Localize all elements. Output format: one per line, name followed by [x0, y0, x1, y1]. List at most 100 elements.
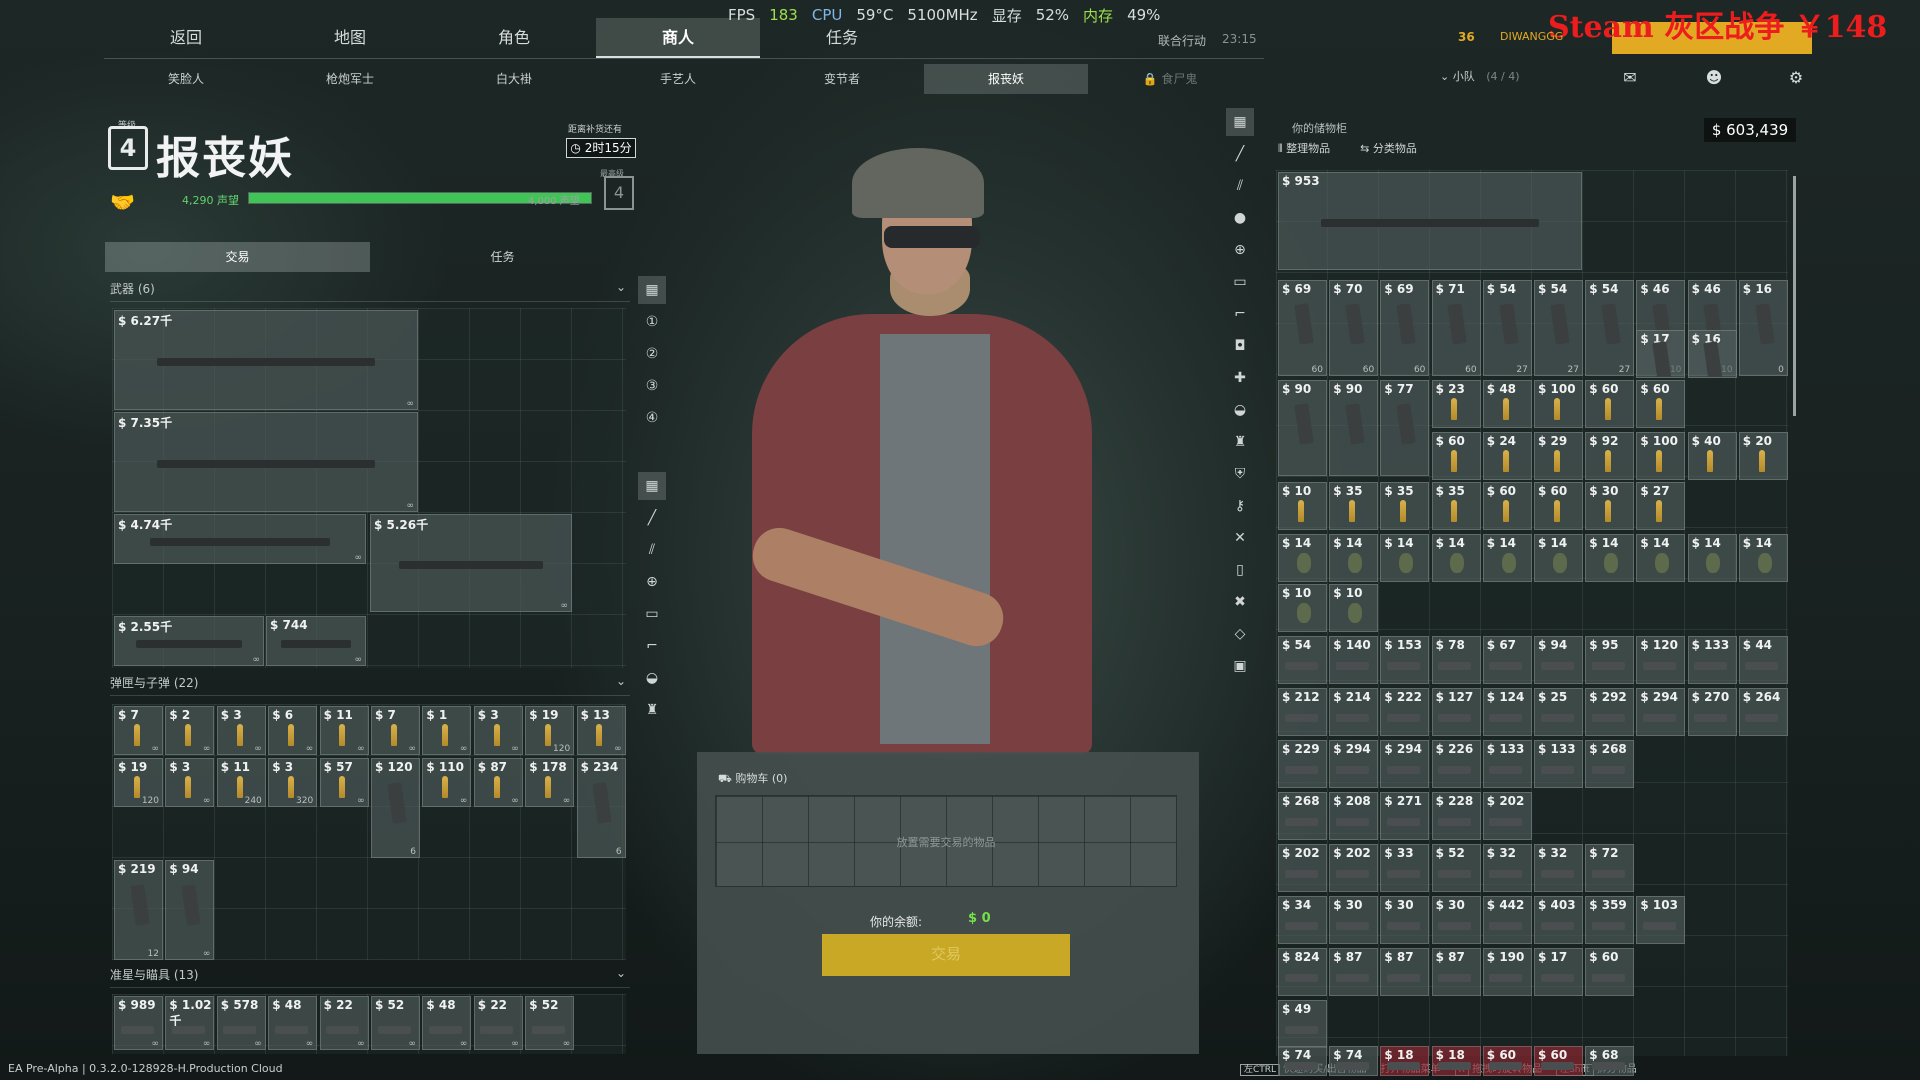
- all-grid-icon[interactable]: ▦: [1226, 108, 1254, 136]
- item-cell[interactable]: $ 7.35千 ∞: [114, 412, 418, 512]
- scope-icon[interactable]: ⊕: [1226, 236, 1254, 264]
- armor-icon[interactable]: ♜: [638, 696, 666, 724]
- friends-icon[interactable]: ☻: [1702, 66, 1726, 90]
- item-cell[interactable]: $ 54 27: [1482, 280, 1532, 376]
- item-cell[interactable]: $ 7 ∞: [114, 706, 163, 755]
- box-icon[interactable]: ▣: [1226, 652, 1254, 680]
- item-cell[interactable]: $ 234 6: [576, 758, 626, 858]
- item-cell[interactable]: $ 219 12: [114, 860, 163, 960]
- item-cell[interactable]: $ 10: [1329, 584, 1379, 632]
- item-cell[interactable]: $ 212: [1278, 688, 1327, 736]
- item-cell[interactable]: $ 48: [1482, 380, 1532, 428]
- item-cell[interactable]: $ 178 ∞: [525, 758, 575, 807]
- nav-tab[interactable]: 返回: [104, 18, 268, 58]
- item-cell[interactable]: $ 271: [1380, 792, 1430, 840]
- vest-icon[interactable]: ♜: [1226, 428, 1254, 456]
- item-cell[interactable]: $ 94: [1534, 636, 1583, 684]
- item-cell[interactable]: $ 190: [1482, 948, 1532, 996]
- item-cell[interactable]: $ 229: [1278, 740, 1327, 788]
- weapons-section-header[interactable]: 武器 (6) ⌄: [110, 280, 630, 302]
- item-cell[interactable]: $ 2 ∞: [165, 706, 215, 755]
- item-cell[interactable]: $ 214: [1329, 688, 1379, 736]
- item-cell[interactable]: $ 57 ∞: [319, 758, 369, 807]
- item-cell[interactable]: $ 140: [1329, 636, 1379, 684]
- item-cell[interactable]: $ 94 ∞: [165, 860, 215, 960]
- item-cell[interactable]: $ 87: [1329, 948, 1379, 996]
- item-cell[interactable]: $ 30: [1329, 896, 1379, 944]
- item-cell[interactable]: $ 133: [1687, 636, 1737, 684]
- trader-tab[interactable]: 报丧妖: [924, 64, 1088, 94]
- item-cell[interactable]: $ 14: [1278, 534, 1327, 582]
- item-cell[interactable]: $ 29: [1534, 432, 1583, 480]
- item-cell[interactable]: $ 5.26千 ∞: [370, 514, 572, 612]
- item-cell[interactable]: $ 292: [1585, 688, 1635, 736]
- item-cell[interactable]: $ 60: [1534, 1046, 1583, 1076]
- nav-tab[interactable]: 任务: [760, 18, 924, 58]
- item-cell[interactable]: $ 19 120: [114, 758, 163, 807]
- item-cell[interactable]: $ 35: [1329, 482, 1379, 530]
- helmet-icon[interactable]: ◒: [1226, 396, 1254, 424]
- coop-label[interactable]: 联合行动: [1158, 32, 1206, 49]
- sort-button[interactable]: ⇆ 分类物品: [1360, 140, 1417, 156]
- item-cell[interactable]: $ 78: [1431, 636, 1481, 684]
- item-cell[interactable]: $ 60: [1534, 482, 1583, 530]
- item-cell[interactable]: $ 3 ∞: [165, 758, 215, 807]
- item-cell[interactable]: $ 989 ∞: [114, 996, 163, 1050]
- item-cell[interactable]: $ 120 6: [371, 758, 420, 858]
- item-cell[interactable]: $ 4.74千 ∞: [114, 514, 366, 564]
- item-cell[interactable]: $ 208: [1329, 792, 1379, 840]
- item-cell[interactable]: $ 60: [1431, 432, 1481, 480]
- item-cell[interactable]: $ 52 ∞: [371, 996, 420, 1050]
- left-tab[interactable]: 任务: [370, 242, 635, 272]
- scope-icon[interactable]: ⊕: [638, 568, 666, 596]
- item-cell[interactable]: $ 32: [1482, 844, 1532, 892]
- item-cell[interactable]: $ 52 ∞: [525, 996, 575, 1050]
- item-cell[interactable]: $ 20: [1738, 432, 1788, 480]
- item-cell[interactable]: $ 7 ∞: [371, 706, 420, 755]
- item-cell[interactable]: $ 60: [1482, 482, 1532, 530]
- item-cell[interactable]: $ 133: [1482, 740, 1532, 788]
- trader-tab[interactable]: 枪炮军士: [268, 64, 432, 94]
- item-cell[interactable]: $ 92: [1585, 432, 1635, 480]
- item-cell[interactable]: $ 14: [1380, 534, 1430, 582]
- item-cell[interactable]: $ 14: [1687, 534, 1737, 582]
- chat-icon[interactable]: ✉: [1618, 66, 1642, 90]
- item-cell[interactable]: $ 54 27: [1534, 280, 1583, 376]
- item-cell[interactable]: $ 60: [1482, 1046, 1532, 1076]
- item-cell[interactable]: $ 68: [1585, 1046, 1635, 1076]
- nav-tab[interactable]: 地图: [268, 18, 432, 58]
- trader-tab[interactable]: 变节者: [760, 64, 924, 94]
- item-cell[interactable]: $ 34: [1278, 896, 1327, 944]
- nav-tab[interactable]: 角色: [432, 18, 596, 58]
- item-cell[interactable]: $ 6 ∞: [268, 706, 318, 755]
- nav-tab[interactable]: 商人: [596, 18, 760, 58]
- grip-icon[interactable]: ⌐: [1226, 300, 1254, 328]
- item-cell[interactable]: $ 87 ∞: [473, 758, 523, 807]
- item-cell[interactable]: $ 744 ∞: [266, 616, 366, 666]
- item-cell[interactable]: $ 14: [1329, 534, 1379, 582]
- item-cell[interactable]: $ 3 320: [268, 758, 318, 807]
- item-cell[interactable]: $ 22 ∞: [473, 996, 523, 1050]
- level4-icon[interactable]: ④: [638, 404, 666, 432]
- item-cell[interactable]: $ 14: [1585, 534, 1635, 582]
- item-cell[interactable]: $ 14: [1482, 534, 1532, 582]
- key-icon[interactable]: ⚷: [1226, 492, 1254, 520]
- trader-tab[interactable]: 白大褂: [432, 64, 596, 94]
- item-cell[interactable]: $ 10: [1278, 584, 1327, 632]
- item-cell[interactable]: $ 60: [1585, 380, 1635, 428]
- item-cell[interactable]: $ 127: [1431, 688, 1481, 736]
- item-cell[interactable]: $ 153: [1380, 636, 1430, 684]
- squad-selector[interactable]: ⌄ 小队 (4 / 4): [1440, 68, 1520, 84]
- item-cell[interactable]: $ 74: [1278, 1046, 1327, 1076]
- item-cell[interactable]: $ 403: [1534, 896, 1583, 944]
- item-cell[interactable]: $ 120: [1636, 636, 1686, 684]
- item-cell[interactable]: $ 11 240: [216, 758, 266, 807]
- item-cell[interactable]: $ 40: [1687, 432, 1737, 480]
- item-cell[interactable]: $ 30: [1380, 896, 1430, 944]
- level2-icon[interactable]: ②: [638, 340, 666, 368]
- item-cell[interactable]: $ 23: [1431, 380, 1481, 428]
- item-cell[interactable]: $ 71 60: [1431, 280, 1481, 376]
- item-cell[interactable]: $ 100: [1636, 432, 1686, 480]
- item-cell[interactable]: $ 442: [1482, 896, 1532, 944]
- repair-icon[interactable]: ✖: [1226, 588, 1254, 616]
